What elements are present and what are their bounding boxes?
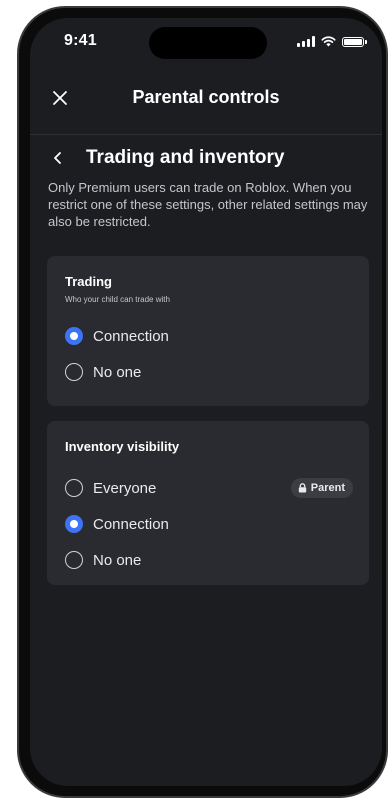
lock-icon — [298, 483, 306, 493]
option-label: Connection — [93, 327, 169, 345]
trading-title: Trading — [65, 274, 112, 289]
radio-button-selected[interactable] — [65, 515, 83, 533]
nav-header: Parental controls — [30, 76, 382, 120]
radio-button[interactable] — [65, 479, 83, 497]
option-label: Connection — [93, 515, 169, 533]
signal-icon — [297, 36, 315, 47]
radio-button[interactable] — [65, 363, 83, 381]
section-header: Trading and inventory — [48, 144, 284, 172]
parent-badge: Parent — [290, 478, 353, 498]
trading-option-connection[interactable]: Connection — [65, 318, 353, 354]
section-title: Trading and inventory — [86, 147, 285, 168]
trading-card: Trading Who your child can trade with Co… — [47, 256, 369, 406]
inventory-option-connection[interactable]: Connection — [65, 506, 353, 542]
status-bar: 9:41 — [30, 18, 382, 72]
back-button[interactable] — [48, 148, 68, 168]
trading-subtitle: Who your child can trade with — [65, 295, 170, 304]
dynamic-island — [149, 27, 267, 59]
inventory-option-everyone[interactable]: Everyone Parent — [65, 470, 353, 506]
option-label: No one — [93, 551, 142, 569]
radio-button[interactable] — [65, 551, 83, 569]
page-title: Parental controls — [132, 87, 280, 107]
trading-option-no-one[interactable]: No one — [65, 354, 353, 390]
parent-badge-label: Parent — [310, 482, 345, 494]
inventory-option-no-one[interactable]: No one — [65, 542, 353, 578]
radio-button-selected[interactable] — [65, 327, 83, 345]
chevron-left-icon — [54, 152, 61, 164]
section-description: Only Premium users can trade on Roblox. … — [48, 180, 368, 229]
inventory-card: Inventory visibility Everyone Parent Con… — [47, 421, 369, 585]
header-divider — [30, 134, 382, 135]
trading-options: Connection No one — [65, 318, 353, 390]
option-label: No one — [93, 363, 142, 381]
inventory-title: Inventory visibility — [65, 439, 180, 454]
status-icons — [297, 36, 367, 47]
battery-icon — [342, 36, 367, 47]
inventory-options: Everyone Parent Connection No one — [65, 470, 353, 578]
app-screen: 9:41 Parental controls Trading and inven… — [30, 18, 382, 786]
status-time: 9:41 — [64, 32, 97, 49]
wifi-icon — [321, 36, 336, 47]
option-label: Everyone — [93, 479, 157, 497]
